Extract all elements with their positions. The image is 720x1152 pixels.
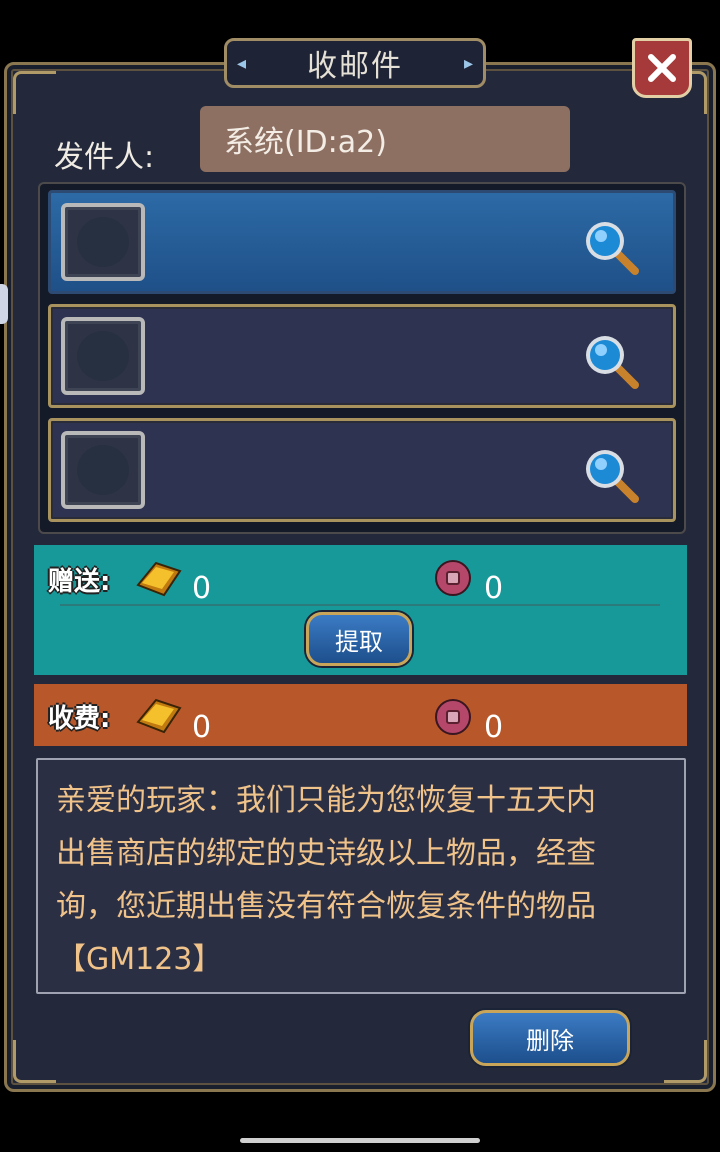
close-icon [648, 54, 676, 82]
arrow-right-icon: ▸ [463, 53, 473, 74]
fee-label: 收费: [48, 704, 111, 734]
gold-ingot-icon [136, 561, 182, 597]
sender-value: 系统(ID:a2) [224, 125, 387, 160]
message-box: 亲爱的玩家：我们只能为您恢复十五天内出售商店的绑定的史诗级以上物品，经查询，您近… [36, 758, 686, 994]
divider [60, 604, 660, 606]
title-banner: ◂ 收邮件 ▸ [224, 38, 486, 88]
attachment-row[interactable] [48, 304, 676, 408]
coin-icon [435, 560, 471, 596]
arrow-left-icon: ◂ [237, 53, 247, 74]
corner-ornament [13, 1040, 56, 1083]
magnifier-icon[interactable] [579, 215, 643, 279]
corner-ornament [13, 71, 56, 114]
magnifier-icon[interactable] [579, 329, 643, 393]
home-indicator[interactable] [240, 1138, 480, 1143]
fee-coin-amount: 0 [484, 710, 504, 745]
gift-bar: 赠送: 0 0 提取 [34, 545, 687, 675]
attachment-row[interactable] [48, 418, 676, 522]
fee-bar: 收费: 0 0 [34, 684, 687, 746]
corner-ornament [664, 1040, 707, 1083]
item-slot[interactable] [61, 203, 145, 281]
attachment-row[interactable] [48, 190, 676, 294]
attachment-list [38, 182, 686, 534]
delete-button[interactable]: 删除 [470, 1010, 630, 1066]
side-handle[interactable] [0, 284, 8, 324]
close-button[interactable] [632, 38, 692, 98]
page-title: 收邮件 [307, 49, 403, 84]
gift-gold-amount: 0 [192, 571, 212, 606]
coin-icon [435, 699, 471, 735]
fee-gold-amount: 0 [192, 710, 212, 745]
item-slot[interactable] [61, 317, 145, 395]
message-text: 亲爱的玩家：我们只能为您恢复十五天内出售商店的绑定的史诗级以上物品，经查询，您近… [56, 783, 596, 977]
sender-field: 系统(ID:a2) [200, 106, 570, 172]
magnifier-icon[interactable] [579, 443, 643, 507]
gift-coin-amount: 0 [484, 571, 504, 606]
gold-ingot-icon [136, 698, 182, 734]
sender-label: 发件人: [54, 140, 155, 175]
item-slot[interactable] [61, 431, 145, 509]
gift-label: 赠送: [48, 567, 111, 597]
claim-button[interactable]: 提取 [306, 612, 412, 666]
